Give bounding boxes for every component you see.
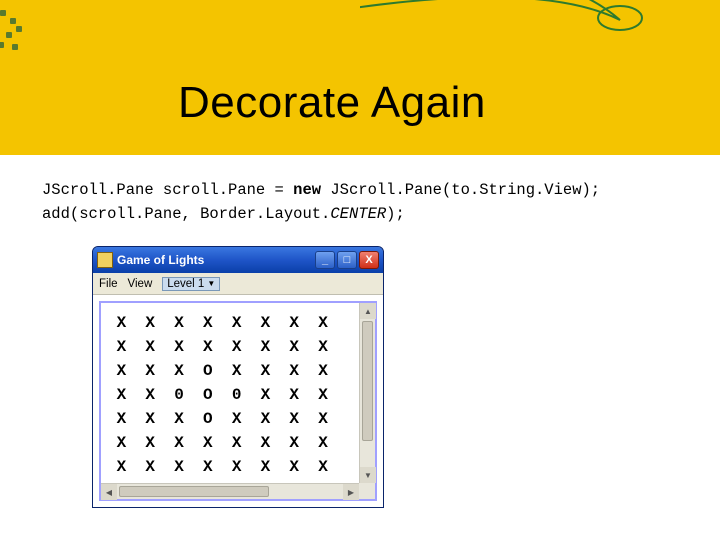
grid-row: X X X O X X X X	[107, 407, 359, 431]
menubar: File View Level 1▼	[93, 273, 383, 295]
level-label: Level 1	[167, 278, 204, 290]
slide-title: Decorate Again	[178, 78, 486, 128]
grid-row: X X X X X X X X	[107, 335, 359, 359]
level-dropdown[interactable]: Level 1▼	[162, 277, 220, 291]
decorative-dots	[0, 0, 40, 70]
client-area: X X X X X X X X X X X X X X X X X X X O …	[93, 295, 383, 507]
code-keyword: new	[293, 181, 321, 199]
scroll-down-icon[interactable]: ▼	[360, 467, 376, 483]
code-text: add(scroll.Pane, Border.Layout.	[42, 205, 330, 223]
java-icon	[97, 252, 113, 268]
minimize-button[interactable]: _	[315, 251, 335, 269]
viewport: X X X X X X X X X X X X X X X X X X X O …	[101, 303, 359, 483]
scrollbar-vertical[interactable]: ▲ ▼	[359, 303, 375, 483]
close-button[interactable]: X	[359, 251, 379, 269]
scroll-up-icon[interactable]: ▲	[360, 303, 376, 319]
code-constant: CENTER	[330, 205, 386, 223]
code-text: );	[386, 205, 405, 223]
window-buttons: _ □ X	[315, 251, 379, 269]
menu-file[interactable]: File	[99, 278, 118, 290]
scroll-right-icon[interactable]: ▶	[343, 484, 359, 500]
slide-header: Decorate Again	[0, 0, 720, 155]
grid-row: X X X X X X X X	[107, 455, 359, 479]
scroll-corner	[359, 483, 375, 499]
grid-row: X X X O X X X X	[107, 359, 359, 383]
code-snippet: JScroll.Pane scroll.Pane = new JScroll.P…	[42, 178, 600, 226]
grid-row: X X X X X X X X	[107, 311, 359, 335]
grid-row: X X 0 O 0 X X X	[107, 383, 359, 407]
app-window: Game of Lights _ □ X File View Level 1▼ …	[92, 246, 384, 508]
menu-view[interactable]: View	[128, 278, 153, 290]
window-title: Game of Lights	[117, 253, 315, 267]
scroll-thumb-vertical[interactable]	[362, 321, 373, 441]
code-text: JScroll.Pane(to.String.View);	[321, 181, 600, 199]
scrollbar-horizontal[interactable]: ◀ ▶	[101, 483, 359, 499]
maximize-button[interactable]: □	[337, 251, 357, 269]
code-line-1: JScroll.Pane scroll.Pane = new JScroll.P…	[42, 178, 600, 202]
code-line-2: add(scroll.Pane, Border.Layout.CENTER);	[42, 202, 600, 226]
decorative-swoosh	[360, 0, 660, 50]
chevron-down-icon: ▼	[207, 279, 215, 288]
scroll-pane: X X X X X X X X X X X X X X X X X X X O …	[99, 301, 377, 501]
titlebar[interactable]: Game of Lights _ □ X	[93, 247, 383, 273]
game-grid: X X X X X X X X X X X X X X X X X X X O …	[101, 303, 359, 483]
scroll-thumb-horizontal[interactable]	[119, 486, 269, 497]
scroll-left-icon[interactable]: ◀	[101, 484, 117, 500]
grid-row: X X X X X X X X	[107, 431, 359, 455]
code-text: JScroll.Pane scroll.Pane =	[42, 181, 293, 199]
